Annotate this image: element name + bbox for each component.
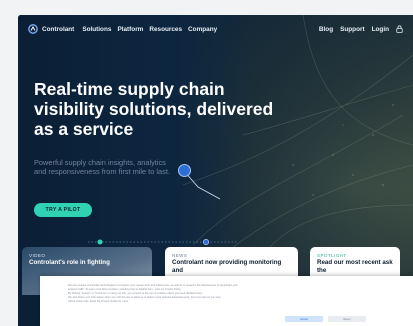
cookie-banner: We use cookies and similar technologies …	[40, 276, 413, 326]
nav-resources[interactable]: Resources	[149, 26, 182, 33]
cookie-text: We use cookies and similar technologies …	[68, 284, 388, 304]
cookie-accept-button[interactable]: Accept	[285, 316, 323, 322]
nav-company[interactable]: Company	[188, 26, 217, 33]
cookie-reject-button[interactable]: Reject	[328, 316, 366, 322]
nav-support[interactable]: Support	[340, 26, 365, 33]
card-tag: SPOTLIGHT	[317, 253, 347, 258]
nav-login[interactable]: Login	[372, 26, 389, 33]
cookie-line: still be shown ads. Read the Privacy Not…	[68, 300, 129, 303]
nav-solutions[interactable]: Solutions	[82, 26, 111, 33]
brand-logo[interactable]: Controlant	[28, 24, 74, 34]
carousel-progress[interactable]	[88, 239, 238, 245]
card-title: Controlant now providing monitoring and	[172, 259, 282, 274]
card-title: Controlant's role in fighting	[29, 259, 110, 266]
play-dot-icon[interactable]	[178, 164, 191, 177]
card-tag: VIDEO	[29, 253, 46, 258]
brand-name: Controlant	[42, 25, 75, 33]
card-tag: NEWS	[172, 253, 188, 258]
nav-platform[interactable]: Platform	[117, 26, 143, 33]
nav-blog[interactable]: Blog	[319, 26, 333, 33]
controlant-logo-icon	[28, 24, 38, 34]
lock-icon[interactable]	[396, 25, 403, 33]
card-title: Read our most recent ask the	[317, 259, 393, 274]
hero-subhead: Powerful supply chain insights, analytic…	[34, 158, 170, 176]
try-a-pilot-button[interactable]: TRY A PILOT	[34, 203, 92, 217]
top-navigation: Controlant Solutions Platform Resources …	[18, 15, 413, 43]
nav-utility: Blog Support Login	[319, 25, 403, 33]
hero-headline: Real-time supply chain visibility soluti…	[34, 79, 274, 139]
